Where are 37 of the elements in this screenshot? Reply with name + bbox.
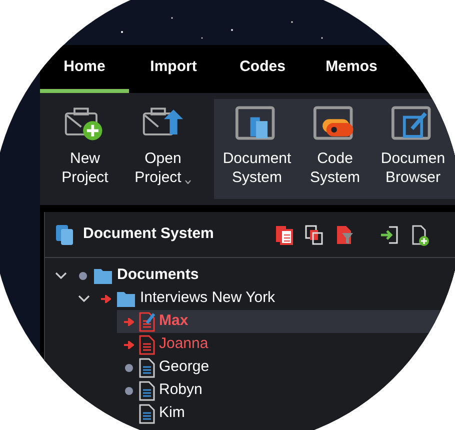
- dot-icon: [79, 272, 87, 280]
- folder-icon: [93, 266, 113, 284]
- ribbon-button[interactable]: Open Project: [124, 103, 202, 205]
- document-icon: [139, 404, 155, 424]
- arrow-icon: [124, 340, 134, 348]
- document-pencil-icon: [139, 312, 155, 332]
- tree-item-label[interactable]: Documents: [117, 264, 199, 287]
- tree-item-label[interactable]: Kim: [159, 402, 185, 425]
- folder-icon: [116, 290, 136, 308]
- document-icon: [139, 380, 155, 400]
- chevron-icon[interactable]: [55, 272, 67, 280]
- dropdown-caret-icon: [185, 180, 192, 184]
- dot-icon: [125, 386, 133, 394]
- ribbon-tab[interactable]: Codes: [218, 45, 307, 93]
- documents-icon: [55, 224, 75, 246]
- arrow-icon: [101, 294, 111, 302]
- tree-item-label[interactable]: Robyn: [159, 379, 202, 402]
- tree-item-label[interactable]: Max: [159, 310, 188, 333]
- copy-icon[interactable]: [304, 224, 324, 246]
- ribbon-button[interactable]: Document System: [218, 103, 296, 199]
- panel-title: Document System: [83, 224, 214, 244]
- document-icon: [139, 334, 155, 354]
- ribbon-tab[interactable]: Memos: [307, 45, 396, 93]
- paste-icon[interactable]: [274, 224, 294, 246]
- arrow-icon: [124, 318, 134, 326]
- document-icon: [139, 358, 155, 378]
- import-arrow-icon[interactable]: [380, 224, 400, 246]
- ribbon-button[interactable]: Code System: [296, 103, 374, 199]
- chevron-icon[interactable]: [78, 294, 90, 302]
- new-document-icon[interactable]: [410, 224, 430, 246]
- tree-item-label[interactable]: Interviews New York: [140, 287, 276, 310]
- ribbon-button[interactable]: New Project: [46, 103, 124, 205]
- dot-icon: [125, 364, 133, 372]
- ribbon-button[interactable]: Documen Browser: [374, 103, 452, 199]
- ribbon-tab[interactable]: Import: [129, 45, 218, 93]
- tree-item-label[interactable]: Joanna: [159, 333, 208, 356]
- tree-item-label[interactable]: George: [159, 356, 210, 379]
